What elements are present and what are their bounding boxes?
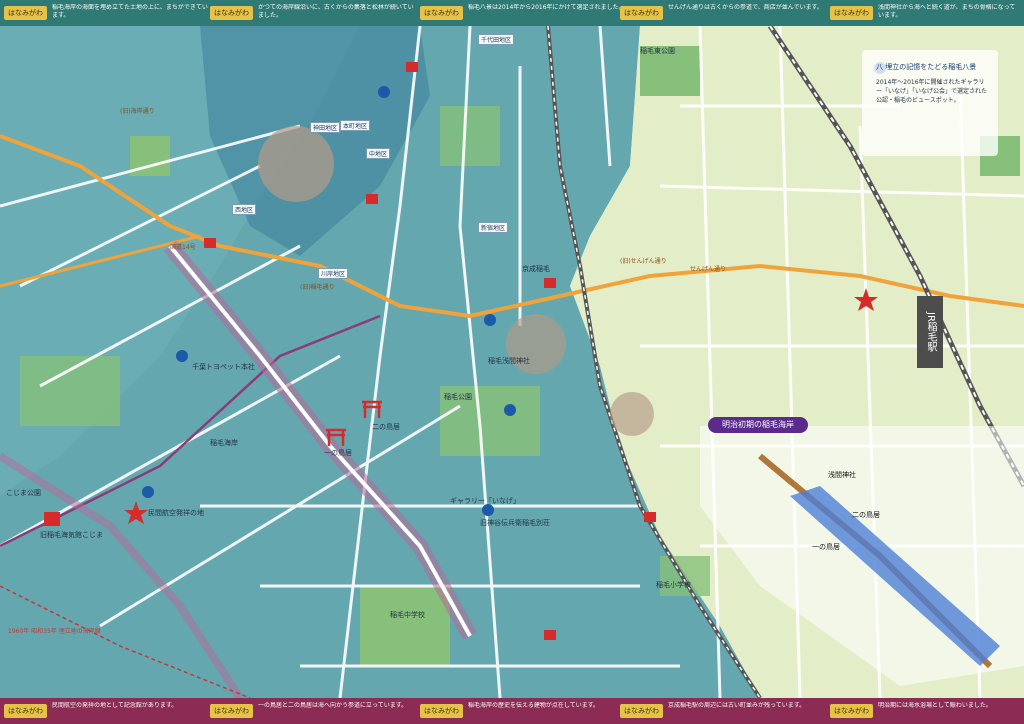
top-chip-2[interactable]: はなみがわ bbox=[210, 6, 253, 20]
kyu-sengen-road-label: (旧)せんげん通り bbox=[620, 258, 667, 265]
keisei-inage-label[interactable]: 京成稲毛 bbox=[522, 264, 550, 274]
jr-inage-station[interactable]: JR稲毛駅 bbox=[917, 296, 943, 368]
kyu-kaigan-label[interactable]: 旧稲毛海気館こじま bbox=[40, 530, 103, 540]
inage-park-label[interactable]: 稲毛公園 bbox=[444, 392, 472, 402]
hachi-marker-6 bbox=[504, 404, 516, 416]
zone-honmachi: 本町地区 bbox=[340, 120, 371, 131]
inage-jhs-label: 稲毛中学校 bbox=[390, 611, 425, 619]
bottom-text-4: 京成稲毛駅の周辺には古い町並みが残っています。 bbox=[668, 702, 806, 709]
shrine-marker-4 bbox=[204, 238, 216, 248]
shrine-marker-5 bbox=[644, 512, 656, 522]
inage-kaigan-label: 稲毛海岸 bbox=[210, 439, 238, 447]
bottom-text-1: 民間航空の発祥の地として記念館があります。 bbox=[52, 702, 178, 709]
ichi-torii-label[interactable]: 二の鳥居 bbox=[372, 422, 400, 432]
minkan-koku-label[interactable]: 民間航空発祥の地 bbox=[148, 508, 204, 518]
park-3 bbox=[440, 106, 500, 166]
shrine-marker-1 bbox=[406, 62, 418, 72]
zone-shinjuku: 新宿地区 bbox=[478, 222, 509, 233]
zone-nishi: 西地区 bbox=[232, 204, 257, 215]
inage-hakkei-infobox: 八 埋立の記憶をたどる稲毛八景 2014年〜2016年に開催されたギャラリー「い… bbox=[862, 50, 998, 156]
viewpoint-circle-3 bbox=[610, 392, 654, 436]
viewpoint-circle-1 bbox=[258, 126, 334, 202]
park-4 bbox=[20, 356, 120, 426]
park-5 bbox=[660, 556, 710, 596]
shrine-marker-3 bbox=[544, 278, 556, 288]
top-chip-5[interactable]: はなみがわ bbox=[830, 6, 873, 20]
top-chip-1[interactable]: はなみがわ bbox=[4, 6, 47, 20]
meiji-torii1-label: 一の鳥居 bbox=[812, 543, 840, 551]
gallery-inage-label[interactable]: ギャラリー「いなげ」 bbox=[450, 496, 520, 506]
shrine-marker-6 bbox=[544, 630, 556, 640]
bottom-text-5: 明治期には海水浴場として賑わいました。 bbox=[878, 702, 992, 709]
hachi-marker-3 bbox=[176, 350, 188, 362]
top-text-2: かつての海岸線沿いに、古くからの集落と松林が続いていました。 bbox=[258, 4, 414, 19]
ni-torii-label[interactable]: 一の鳥居 bbox=[324, 448, 352, 458]
infobox-title: 八 埋立の記憶をたどる稲毛八景 bbox=[876, 63, 977, 71]
infobox-body: 2014年〜2016年に開催されたギャラリー「いなげ」「いなげ公会」で選定された… bbox=[876, 79, 988, 104]
zone-kanda: 神田地区 bbox=[310, 122, 341, 133]
zone-naka: 中地区 bbox=[366, 148, 391, 159]
bottom-text-2: 一の鳥居と二の鳥居は海へ向かう参道に立っています。 bbox=[258, 702, 408, 709]
shrine-marker-2 bbox=[366, 194, 378, 204]
kojima-park-label: こじま公園 bbox=[6, 489, 41, 497]
hachi-marker-4 bbox=[142, 486, 154, 498]
top-text-1: 稲毛海岸の海面を埋め立てた土地の上に、まちができています。 bbox=[52, 4, 208, 19]
hachi-marker-1 bbox=[484, 314, 496, 326]
inage-es-label: 稲毛小学校 bbox=[656, 581, 691, 589]
meiji-shrine-label: 浅間神社 bbox=[828, 471, 856, 479]
zone-chiyoda: 千代田地区 bbox=[478, 34, 515, 45]
coastline-1960-label: 1960年 昭和35年 埋立地の海岸線 bbox=[8, 628, 101, 635]
top-text-3: 稲毛八景は2014年から2016年にかけて選定されました。 bbox=[468, 4, 625, 11]
museum-marker bbox=[44, 512, 60, 526]
inage-sengen-label[interactable]: 稲毛浅間神社 bbox=[488, 356, 530, 366]
chiba-toyopet-label[interactable]: 千葉トヨペット本社 bbox=[192, 362, 255, 372]
sengen-dori-label: せんげん通り bbox=[690, 266, 727, 273]
hachi-marker-2 bbox=[378, 86, 390, 98]
meiji-torii2-label: 二の鳥居 bbox=[852, 511, 880, 519]
top-text-4: せんげん通りは古くからの参道で、商店が並んでいます。 bbox=[668, 4, 823, 11]
kyu-inage-road-label: (旧)稲毛通り bbox=[300, 284, 335, 291]
bottom-chip-1[interactable]: はなみがわ bbox=[4, 704, 47, 718]
top-chip-4[interactable]: はなみがわ bbox=[620, 6, 663, 20]
kanrinji-label[interactable]: 旧神谷伝兵衛稲毛別荘 bbox=[480, 518, 550, 528]
map-area[interactable]: 神田地区 本町地区 中地区 西地区 川岸地区 新宿地区 千代田地区 京成稲毛 稲… bbox=[0, 26, 1024, 698]
amano-park-label: 稲毛東公園 bbox=[640, 47, 675, 55]
bottom-chip-3[interactable]: はなみがわ bbox=[420, 704, 463, 718]
bottom-description-bar: はなみがわ 民間航空の発祥の地として記念館があります。 はなみがわ 一の鳥居と二… bbox=[0, 698, 1024, 724]
bottom-chip-5[interactable]: はなみがわ bbox=[830, 704, 873, 718]
school-park bbox=[360, 586, 450, 666]
bottom-chip-4[interactable]: はなみがわ bbox=[620, 704, 663, 718]
top-chip-3[interactable]: はなみがわ bbox=[420, 6, 463, 20]
kyu-kaigan-road-label: (旧)海岸通り bbox=[120, 108, 155, 115]
top-text-5: 浅間神社から海へと続く道が、まちの骨格になっています。 bbox=[878, 4, 1016, 19]
kokudo14-label: 国道14号 bbox=[170, 244, 196, 251]
meiji-inset-title: 明治初期の稲毛海岸 bbox=[708, 417, 808, 433]
zone-kawakishi: 川岸地区 bbox=[318, 268, 349, 279]
bottom-text-3: 稲毛海岸の歴史を伝える建物が点在しています。 bbox=[468, 702, 600, 709]
bottom-chip-2[interactable]: はなみがわ bbox=[210, 704, 253, 718]
top-description-bar: はなみがわ 稲毛海岸の海面を埋め立てた土地の上に、まちができています。 はなみが… bbox=[0, 0, 1024, 26]
